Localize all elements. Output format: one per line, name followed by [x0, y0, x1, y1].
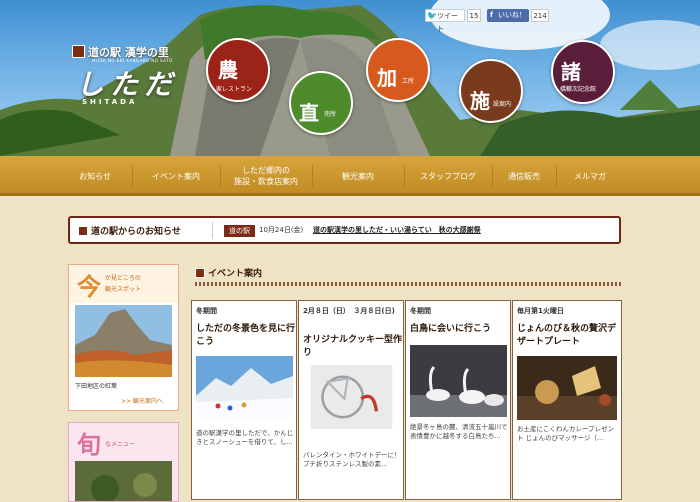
- events-section-title: イベント案内: [195, 266, 262, 279]
- news-headline-link[interactable]: 道の駅漢学の里しただ・いい湯らてい 秋の大感謝祭: [313, 225, 481, 235]
- event-card[interactable]: 毎月第1火曜日 じょんのび＆秋の贅沢デザートプレート お土産にこくわんカレープレ…: [512, 300, 622, 500]
- nav-facilities-line1: しただ郷内の: [242, 166, 290, 175]
- nav-divider: [556, 165, 557, 187]
- sidebar-spot-caption2: 観光スポット: [105, 286, 142, 293]
- event-date: 毎月第1火曜日: [517, 307, 564, 315]
- circle-sublabel: 橋轍次記念館: [560, 86, 597, 93]
- tweet-count: 15: [467, 9, 481, 22]
- nav-tourism[interactable]: 観光案内: [314, 156, 402, 196]
- circle-label: 農: [218, 58, 238, 82]
- circle-sublabel: 工所: [402, 78, 415, 85]
- event-card[interactable]: 冬期間 白鳥に会いに行こう 絶景冬ヶ島の麓、清流五十嵐川で表情豊かに越冬する白鳥…: [405, 300, 511, 500]
- main-nav: お知らせ イベント案内 しただ郷内の 施設・飲食店案内 観光案内 スタッフブログ…: [0, 156, 700, 196]
- circle-processing[interactable]: 加 工所: [366, 38, 430, 102]
- event-date: 冬期間: [196, 307, 217, 315]
- event-card[interactable]: 2月８日（日） ３月８日(日) オリジナルクッキー型作り バレンタイン・ホワイト…: [298, 300, 404, 500]
- circle-farm-restaurant[interactable]: 農 家レストラン: [206, 38, 270, 102]
- sidebar-spot-photo-caption: 下田地区の紅葉: [75, 383, 118, 390]
- nav-divider: [220, 165, 221, 187]
- circle-label: 直: [299, 101, 319, 125]
- logo-main[interactable]: しただ: [76, 63, 178, 103]
- event-title[interactable]: 白鳥に会いに行こう: [410, 323, 510, 336]
- dessert-plate-photo: [517, 356, 617, 420]
- sidebar-spot-big: 今: [77, 273, 101, 301]
- circle-morohashi-museum[interactable]: 諸 橋轍次記念館: [551, 40, 615, 104]
- cookie-cutters-photo: [310, 365, 393, 429]
- event-date: 冬期間: [410, 307, 431, 315]
- swans-photo: [410, 345, 507, 417]
- event-title[interactable]: オリジナルクッキー型作り: [303, 334, 403, 360]
- section-divider: [195, 282, 621, 286]
- nav-divider: [132, 165, 133, 187]
- event-description: 道の駅漢学の里しただで、かんじきとスノーシューを借りて、し...: [196, 429, 294, 446]
- news-divider: [212, 222, 213, 239]
- circle-label: 施: [470, 89, 490, 113]
- logo-roman: SHITADA: [82, 98, 138, 106]
- nav-divider: [492, 165, 493, 187]
- sidebar-spot-caption1: が見どころの: [105, 275, 141, 282]
- nav-facilities-line2: 施設・飲食店案内: [234, 177, 298, 186]
- facebook-like-button[interactable]: いいね！: [487, 9, 529, 22]
- sidebar-spot-box: 今 が見どころの 観光スポット 下田地区の紅葉 >> 観光案内へ: [68, 264, 179, 411]
- autumn-leaves-photo[interactable]: [75, 305, 172, 377]
- news-bar: 道の駅からのお知らせ 道の駅 10月24日(金) 道の駅漢学の里しただ・いい湯ら…: [68, 216, 621, 244]
- nav-divider: [312, 165, 313, 187]
- event-date: 2月８日（日） ３月８日(日): [303, 307, 395, 315]
- circle-label: 加: [377, 66, 397, 90]
- nav-mail-magazine[interactable]: メルマガ: [558, 156, 622, 196]
- news-tag: 道の駅: [224, 225, 255, 237]
- sidebar-menu-box: 旬 なメニュー: [68, 422, 179, 502]
- hero-banner: ツイート 15 いいね！ 214 道の駅 漢学の里 MICHI NO EKI K…: [0, 0, 700, 156]
- circle-facilities[interactable]: 施 設案内: [459, 59, 523, 123]
- like-count: 214: [531, 9, 549, 22]
- event-title[interactable]: じょんのび＆秋の贅沢デザートプレート: [517, 323, 617, 349]
- sidebar-menu-big: 旬: [77, 431, 101, 459]
- news-bar-title: 道の駅からのお知らせ: [78, 224, 181, 237]
- station-icon: [195, 268, 205, 278]
- event-title[interactable]: しただの冬景色を見に行こう: [196, 323, 296, 349]
- nav-divider: [404, 165, 405, 187]
- circle-sublabel: 売所: [324, 111, 337, 118]
- nav-mail-order[interactable]: 通信販売: [494, 156, 554, 196]
- station-icon: [78, 226, 88, 236]
- sidebar-menu-caption: なメニュー: [105, 441, 136, 448]
- station-icon: [72, 45, 85, 58]
- nav-news[interactable]: お知らせ: [60, 156, 130, 196]
- seasonal-dish-photo[interactable]: [75, 461, 172, 501]
- circle-label: 諸: [561, 60, 581, 84]
- nav-staff-blog[interactable]: スタッフブログ: [406, 156, 490, 196]
- event-card[interactable]: 冬期間 しただの冬景色を見に行こう 道の駅漢学の里しただで、かんじきとスノーシュ…: [191, 300, 297, 500]
- nav-facilities[interactable]: しただ郷内の 施設・飲食店案内: [222, 156, 310, 196]
- nav-events[interactable]: イベント案内: [134, 156, 218, 196]
- event-description: 絶景冬ヶ島の麓、清流五十嵐川で表情豊かに越冬する白鳥たち...: [410, 423, 508, 440]
- snowscape-photo: [196, 356, 293, 420]
- circle-sublabel: 設案内: [493, 101, 512, 108]
- circle-sublabel: 家レストラン: [216, 86, 253, 93]
- event-description: お土産にこくわんカレープレゼント じょんのびマッサージ（...: [517, 425, 614, 442]
- sidebar-spot-header: 今 が見どころの 観光スポット: [69, 265, 178, 303]
- news-date: 10月24日(金): [259, 226, 304, 234]
- circle-direct-sales[interactable]: 直 売所: [289, 71, 353, 135]
- tweet-button[interactable]: ツイート: [425, 9, 465, 33]
- event-description: バレンタイン・ホワイトデーに！ ブチ折りステンレス製の素...: [303, 451, 401, 468]
- sidebar-spot-link[interactable]: >> 観光案内へ: [121, 396, 163, 405]
- sidebar-menu-header: 旬 なメニュー: [69, 423, 178, 461]
